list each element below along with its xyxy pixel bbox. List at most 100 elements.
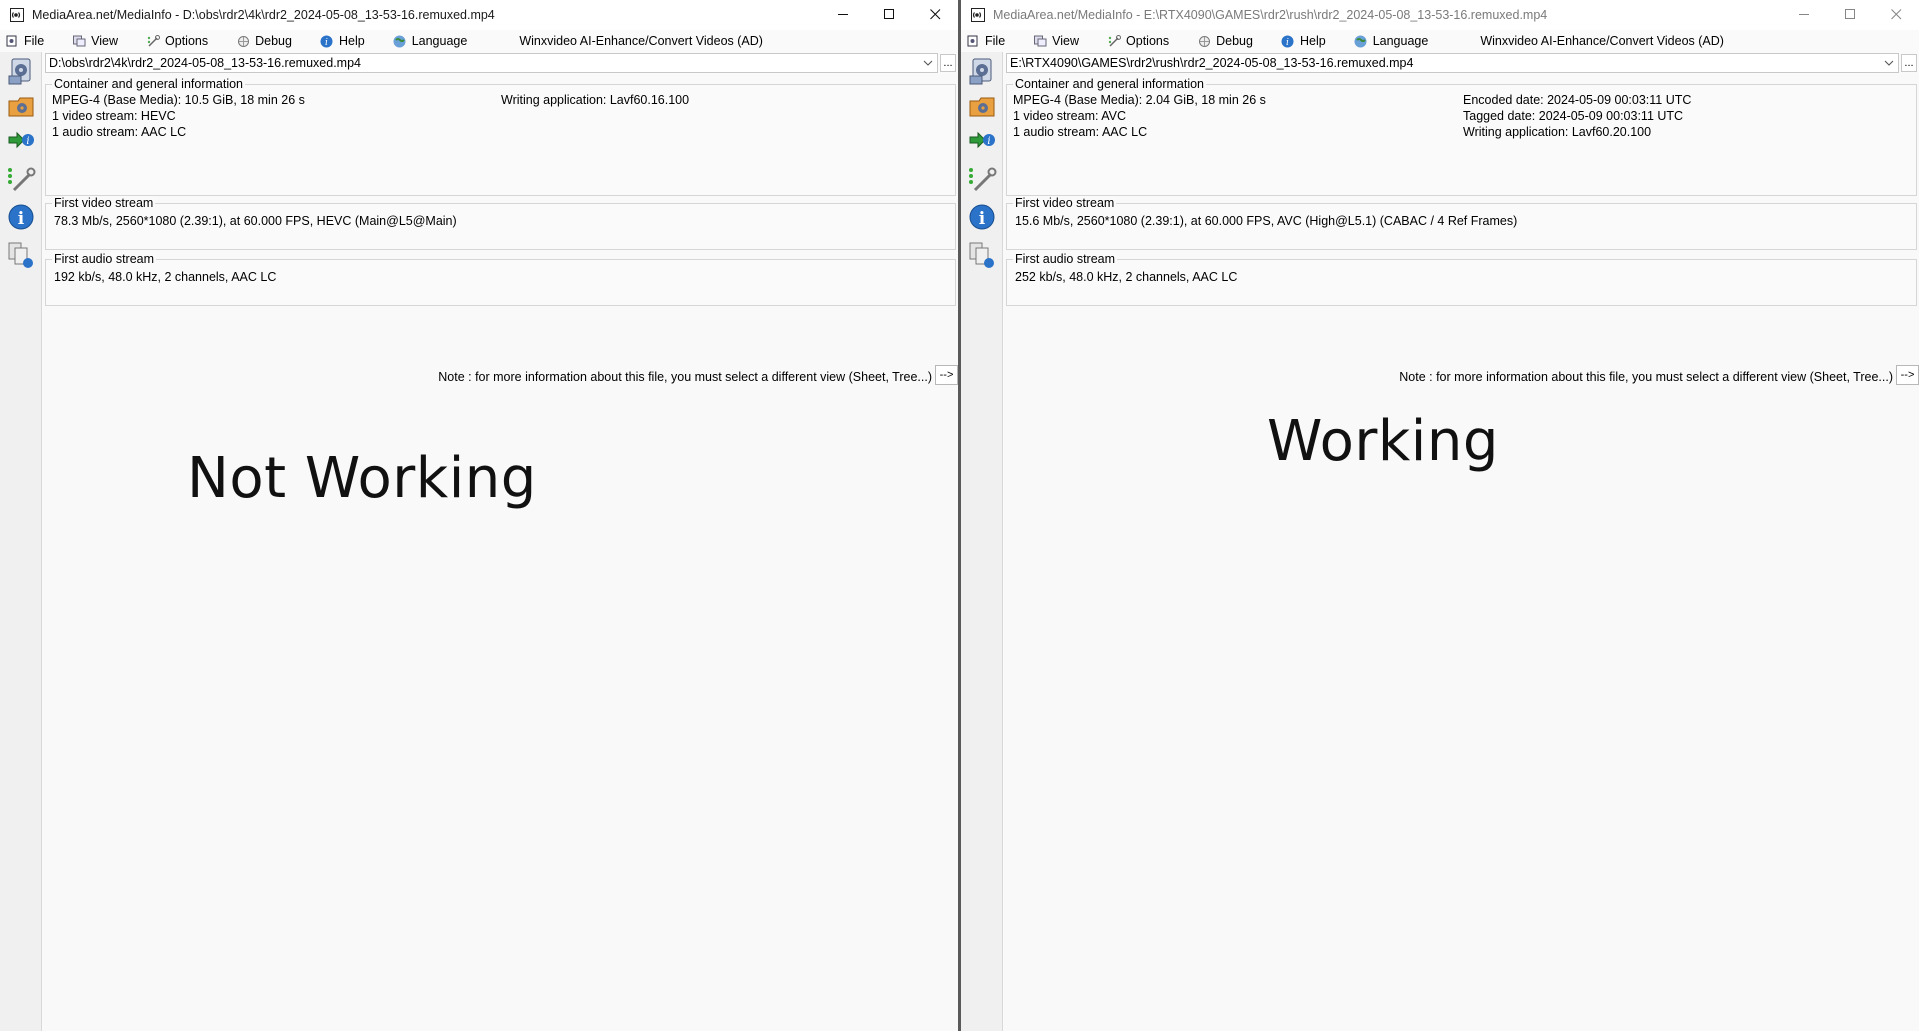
audio-stream-title: First audio stream <box>52 252 157 266</box>
menu-view[interactable]: View <box>72 30 118 52</box>
about-icon: i <box>967 202 997 235</box>
sidebar-open-file-button[interactable] <box>4 55 38 89</box>
general-tagged-date: Tagged date: 2024-05-09 00:03:11 UTC <box>1463 109 1684 123</box>
svg-text:i: i <box>1287 38 1290 48</box>
chevron-down-icon[interactable] <box>1883 57 1895 69</box>
menu-debug[interactable]: Debug <box>1197 30 1253 52</box>
file-path-combobox[interactable]: D:\obs\rdr2\4k\rdr2_2024-05-08_13-53-16.… <box>45 53 938 73</box>
menu-options-label: Options <box>165 34 209 48</box>
window-title: MediaArea.net/MediaInfo - E:\RTX4090\GAM… <box>993 8 1548 22</box>
maximize-button[interactable] <box>866 0 912 30</box>
minimize-icon <box>1798 8 1810 23</box>
menu-view[interactable]: View <box>1033 30 1079 52</box>
menu-help-label: Help <box>338 34 365 48</box>
mediainfo-app-icon <box>9 7 25 23</box>
menu-ad-label: Winxvideo AI-Enhance/Convert Videos (AD) <box>1480 34 1724 48</box>
menu-ad[interactable]: Winxvideo AI-Enhance/Convert Videos (AD) <box>1480 30 1724 52</box>
menu-view-label: View <box>1052 34 1080 48</box>
menu-bar: File View Options Debug i Help Language … <box>961 30 1919 52</box>
sidebar-export-button[interactable]: i <box>965 124 999 158</box>
sidebar-settings-button[interactable] <box>4 163 38 197</box>
close-icon <box>1890 8 1902 23</box>
help-info-icon: i <box>1281 34 1295 48</box>
mediainfo-app-icon <box>970 7 986 23</box>
sidebar-export-button[interactable]: i <box>4 124 38 158</box>
general-writing-application: Writing application: Lavf60.16.100 <box>501 93 690 107</box>
menu-language[interactable]: Language <box>393 30 467 52</box>
view-menu-icon <box>72 34 86 48</box>
open-folder-icon <box>967 91 997 124</box>
mediainfo-window-left: MediaArea.net/MediaInfo - D:\obs\rdr2\4k… <box>0 0 958 1031</box>
about-icon: i <box>6 202 36 235</box>
copy-icon <box>967 240 997 273</box>
general-line-audio: 1 audio stream: AAC LC <box>52 125 187 139</box>
menu-language-label: Language <box>1372 34 1429 48</box>
overlay-annotation: Working <box>1267 409 1499 474</box>
menu-file[interactable]: File <box>5 30 44 52</box>
sidebar-copy-button[interactable] <box>4 239 38 273</box>
maximize-button[interactable] <box>1827 0 1873 30</box>
sidebar-open-folder-button[interactable] <box>965 90 999 124</box>
view-note: Note : for more information about this f… <box>438 370 932 384</box>
minimize-button[interactable] <box>820 0 866 30</box>
minimize-button[interactable] <box>1781 0 1827 30</box>
menu-file-label: File <box>24 34 45 48</box>
general-writing-application: Writing application: Lavf60.20.100 <box>1463 125 1652 139</box>
copy-icon <box>6 240 36 273</box>
general-line-video: 1 video stream: HEVC <box>52 109 176 123</box>
video-stream-title: First video stream <box>52 196 156 210</box>
window-title: MediaArea.net/MediaInfo - D:\obs\rdr2\4k… <box>32 8 495 22</box>
minimize-icon <box>837 8 849 23</box>
title-bar[interactable]: MediaArea.net/MediaInfo - E:\RTX4090\GAM… <box>961 0 1919 30</box>
svg-text:i: i <box>326 38 329 48</box>
menu-options-label: Options <box>1126 34 1170 48</box>
browse-button[interactable]: ... <box>940 54 956 72</box>
menu-ad-label: Winxvideo AI-Enhance/Convert Videos (AD) <box>519 34 763 48</box>
chevron-down-icon[interactable] <box>922 57 934 69</box>
file-path-value: E:\RTX4090\GAMES\rdr2\rush\rdr2_2024-05-… <box>1010 56 1414 70</box>
title-bar[interactable]: MediaArea.net/MediaInfo - D:\obs\rdr2\4k… <box>0 0 958 30</box>
overlay-annotation: Not Working <box>187 446 537 511</box>
sidebar-open-file-button[interactable] <box>965 55 999 89</box>
file-path-combobox[interactable]: E:\RTX4090\GAMES\rdr2\rush\rdr2_2024-05-… <box>1006 53 1899 73</box>
menu-help[interactable]: i Help <box>1281 30 1326 52</box>
next-view-button[interactable]: --> <box>935 365 958 385</box>
audio-stream-details: 192 kb/s, 48.0 kHz, 2 channels, AAC LC <box>54 270 277 284</box>
info-panel: Container and general information MPEG-4… <box>43 74 958 1031</box>
file-menu-icon <box>966 34 980 48</box>
close-button[interactable] <box>912 0 958 30</box>
info-panel: Container and general information MPEG-4… <box>1004 74 1919 1031</box>
next-view-button[interactable]: --> <box>1896 365 1919 385</box>
menu-language[interactable]: Language <box>1354 30 1429 52</box>
menu-debug[interactable]: Debug <box>236 30 292 52</box>
options-menu-icon <box>1107 34 1121 48</box>
audio-stream-details: 252 kb/s, 48.0 kHz, 2 channels, AAC LC <box>1015 270 1238 284</box>
help-info-icon: i <box>320 34 334 48</box>
sidebar-settings-button[interactable] <box>965 163 999 197</box>
menu-ad[interactable]: Winxvideo AI-Enhance/Convert Videos (AD) <box>519 30 763 52</box>
general-encoded-date: Encoded date: 2024-05-09 00:03:11 UTC <box>1463 93 1692 107</box>
close-button[interactable] <box>1873 0 1919 30</box>
video-stream-details: 78.3 Mb/s, 2560*1080 (2.39:1), at 60.000… <box>54 214 457 228</box>
svg-text:i: i <box>979 209 986 229</box>
options-menu-icon <box>146 34 160 48</box>
menu-options[interactable]: Options <box>1107 30 1169 52</box>
svg-text:i: i <box>26 136 29 147</box>
export-icon: i <box>967 125 997 158</box>
browse-button[interactable]: ... <box>1901 54 1917 72</box>
menu-file[interactable]: File <box>966 30 1005 52</box>
sidebar-about-button[interactable]: i <box>4 201 38 235</box>
sidebar-copy-button[interactable] <box>965 239 999 273</box>
sidebar-open-folder-button[interactable] <box>4 90 38 124</box>
general-line-audio: 1 audio stream: AAC LC <box>1013 125 1148 139</box>
svg-text:i: i <box>18 209 25 229</box>
menu-help[interactable]: i Help <box>320 30 365 52</box>
sidebar-about-button[interactable]: i <box>965 201 999 235</box>
debug-menu-icon <box>236 34 250 48</box>
settings-icon <box>6 164 36 197</box>
menu-options[interactable]: Options <box>146 30 208 52</box>
menu-debug-label: Debug <box>255 34 292 48</box>
menu-debug-label: Debug <box>1216 34 1253 48</box>
mediainfo-window-right: MediaArea.net/MediaInfo - E:\RTX4090\GAM… <box>961 0 1919 1031</box>
audio-stream-group: First audio stream 192 kb/s, 48.0 kHz, 2… <box>45 252 956 306</box>
